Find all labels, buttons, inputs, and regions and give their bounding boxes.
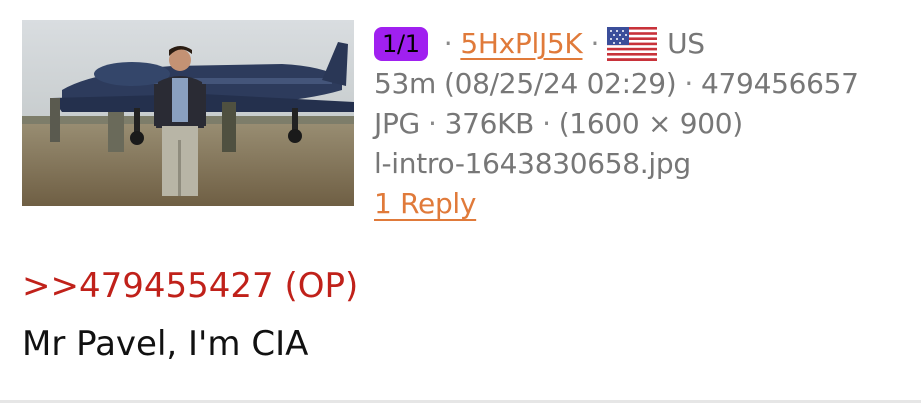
post-meta-row-3: JPG · 376KB · (1600 × 900) (374, 104, 859, 144)
post-datetime: (08/25/24 02:29) (444, 67, 677, 100)
separator: · (590, 27, 600, 60)
country-label: US (667, 27, 705, 60)
file-type: JPG (374, 107, 420, 140)
separator: · (542, 107, 551, 140)
file-size: 376KB (444, 107, 535, 140)
replies-link[interactable]: 1 Reply (374, 184, 476, 224)
file-dimensions: (1600 × 900) (558, 107, 744, 140)
post-number[interactable]: 479456657 (701, 64, 859, 104)
post-meta-row-1: 1/1 · 5HxPlJ5K · US (374, 24, 859, 64)
separator: · (427, 107, 437, 140)
post-meta-row-4: l-intro-1643830658.jpg (374, 144, 859, 184)
post-age: 53m (374, 67, 437, 100)
post-index-badge: 1/1 (374, 27, 428, 61)
post-meta-row-2: 53m (08/25/24 02:29) · 479456657 (374, 64, 859, 104)
post-meta-row-5: 1 Reply (374, 184, 859, 224)
us-flag-icon (607, 27, 658, 61)
poster-id-link[interactable]: 5HxPlJ5K (460, 24, 582, 64)
post-meta: 1/1 · 5HxPlJ5K · US 53m (08/25/24 02:29)… (374, 24, 859, 224)
post: 1/1 · 5HxPlJ5K · US 53m (08/25/24 02:29)… (0, 0, 921, 400)
post-thumbnail[interactable] (22, 20, 354, 206)
post-comment: Mr Pavel, I'm CIA (22, 324, 309, 364)
file-name[interactable]: l-intro-1643830658.jpg (374, 144, 691, 184)
separator: · (684, 67, 694, 100)
quote-link[interactable]: >>479455427 (OP) (22, 266, 358, 306)
separator: · (443, 27, 453, 60)
